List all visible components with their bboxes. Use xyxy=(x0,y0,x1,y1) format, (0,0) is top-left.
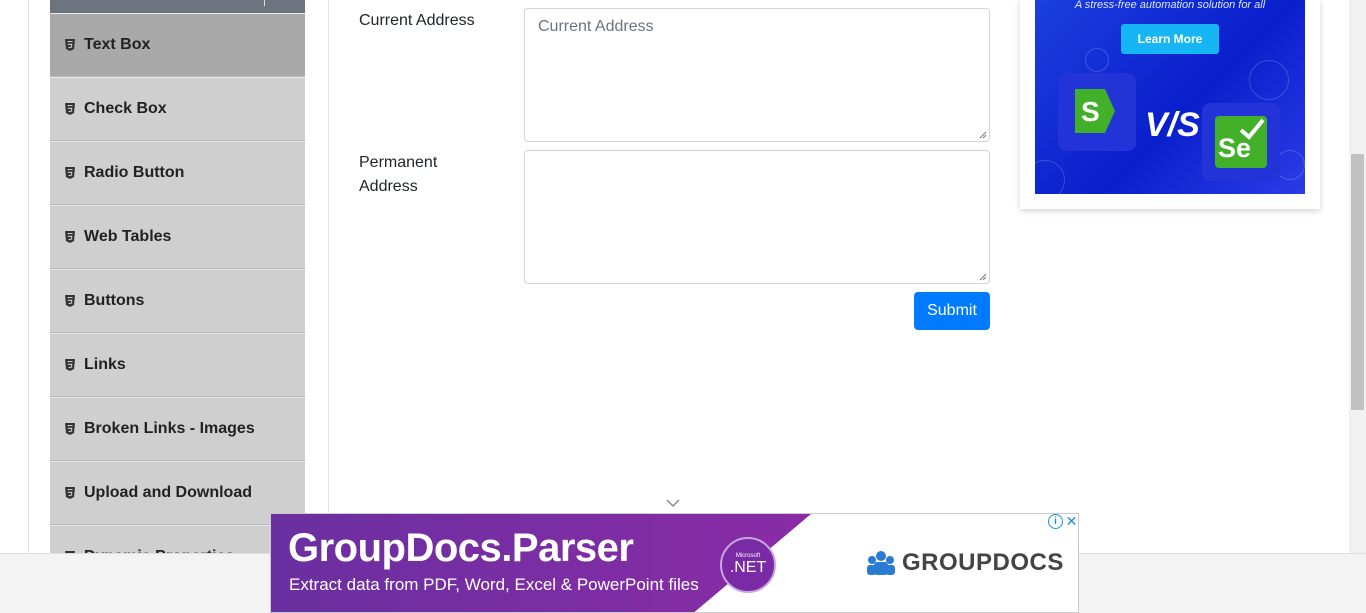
sidebar-item-upload-and-download[interactable]: Upload and Download xyxy=(50,461,305,525)
sidebar-item-text-box[interactable]: Text Box xyxy=(50,13,305,77)
side-ad[interactable]: A stress-free automation solution for al… xyxy=(1020,0,1320,209)
html5-icon xyxy=(65,295,75,307)
chevron-down-icon[interactable] xyxy=(666,498,680,508)
sidebar-item-label: Check Box xyxy=(84,100,167,117)
html5-icon xyxy=(65,231,75,243)
sidebar-item-buttons[interactable]: Buttons xyxy=(50,269,305,333)
permanent-address-label-line1: Permanent xyxy=(359,154,438,171)
current-address-label: Current Address xyxy=(359,12,475,29)
html5-icon xyxy=(65,423,75,435)
elements-group-header[interactable] xyxy=(50,0,305,13)
dotnet-badge-net: .NET xyxy=(729,559,767,576)
html5-icon xyxy=(65,359,75,371)
selenium-logo: Se xyxy=(1202,103,1280,181)
banner-ad-subtitle: Extract data from PDF, Word, Excel & Pow… xyxy=(289,575,699,594)
sidebar-left-border xyxy=(28,0,29,553)
sidebar-item-label: Upload and Download xyxy=(84,484,252,501)
groupdocs-people-icon xyxy=(867,551,895,575)
sidebar-menu: Text Box Check Box Radio Button Web Tables B… xyxy=(50,13,305,553)
sidebar-item-label: Links xyxy=(84,356,126,373)
sidebar-item-label: Broken Links - Images xyxy=(84,420,255,437)
sidebar-item-label: Text Box xyxy=(84,36,151,53)
sidebar-item-links[interactable]: Links xyxy=(50,333,305,397)
sidebar-item-web-tables[interactable]: Web Tables xyxy=(50,205,305,269)
sidebar-item-label: Web Tables xyxy=(84,228,172,245)
current-address-textarea[interactable]: Current Address xyxy=(524,8,990,142)
sidebar-item-broken-links-images[interactable]: Broken Links - Images xyxy=(50,397,305,461)
scrollbar-thumb[interactable] xyxy=(1351,154,1364,410)
sidebar-item-check-box[interactable]: Check Box xyxy=(50,77,305,141)
html5-icon xyxy=(65,167,75,179)
katalon-logo: S xyxy=(1058,73,1136,151)
info-icon[interactable]: i xyxy=(1048,514,1063,529)
permanent-address-textarea[interactable] xyxy=(524,150,990,284)
banner-ad-title: GroupDocs.Parser xyxy=(288,526,634,570)
html5-icon xyxy=(65,103,75,115)
side-ad-image[interactable]: A stress-free automation solution for al… xyxy=(1035,0,1305,194)
sidebar-item-label: Radio Button xyxy=(84,164,185,181)
sidebar-item-label: Buttons xyxy=(84,292,145,309)
page-scrollbar[interactable] xyxy=(1349,0,1366,553)
current-address-placeholder: Current Address xyxy=(538,18,654,35)
resize-grip-icon[interactable] xyxy=(979,273,987,281)
resize-grip-icon[interactable] xyxy=(979,131,987,139)
close-icon[interactable]: ✕ xyxy=(1064,514,1078,529)
permanent-address-label-line2: Address xyxy=(359,178,418,195)
sidebar-item-radio-button[interactable]: Radio Button xyxy=(50,141,305,205)
submit-button[interactable]: Submit xyxy=(914,292,990,330)
side-ad-tagline: A stress-free automation solution for al… xyxy=(1074,0,1266,11)
dotnet-badge: Microsoft .NET xyxy=(720,537,776,593)
check-icon xyxy=(1239,118,1265,140)
sidebar-right-border xyxy=(328,0,329,553)
html5-icon xyxy=(65,39,75,51)
katalon-letter: S xyxy=(1081,96,1100,127)
banner-ad[interactable]: GroupDocs.Parser Extract data from PDF, … xyxy=(270,513,1079,613)
sidebar: Text Box Check Box Radio Button Web Tables B… xyxy=(50,0,305,553)
groupdocs-logo: GROUPDOCS xyxy=(866,549,1064,577)
html5-icon xyxy=(65,487,75,499)
vs-text: V/S xyxy=(1145,106,1200,144)
sidebar-item-dynamic-properties[interactable]: Dynamic Properties xyxy=(50,525,305,553)
permanent-address-label: Permanent Address xyxy=(359,151,437,199)
learn-more-button[interactable]: Learn More xyxy=(1121,24,1219,54)
groupdocs-brand: GROUPDOCS xyxy=(902,549,1064,576)
